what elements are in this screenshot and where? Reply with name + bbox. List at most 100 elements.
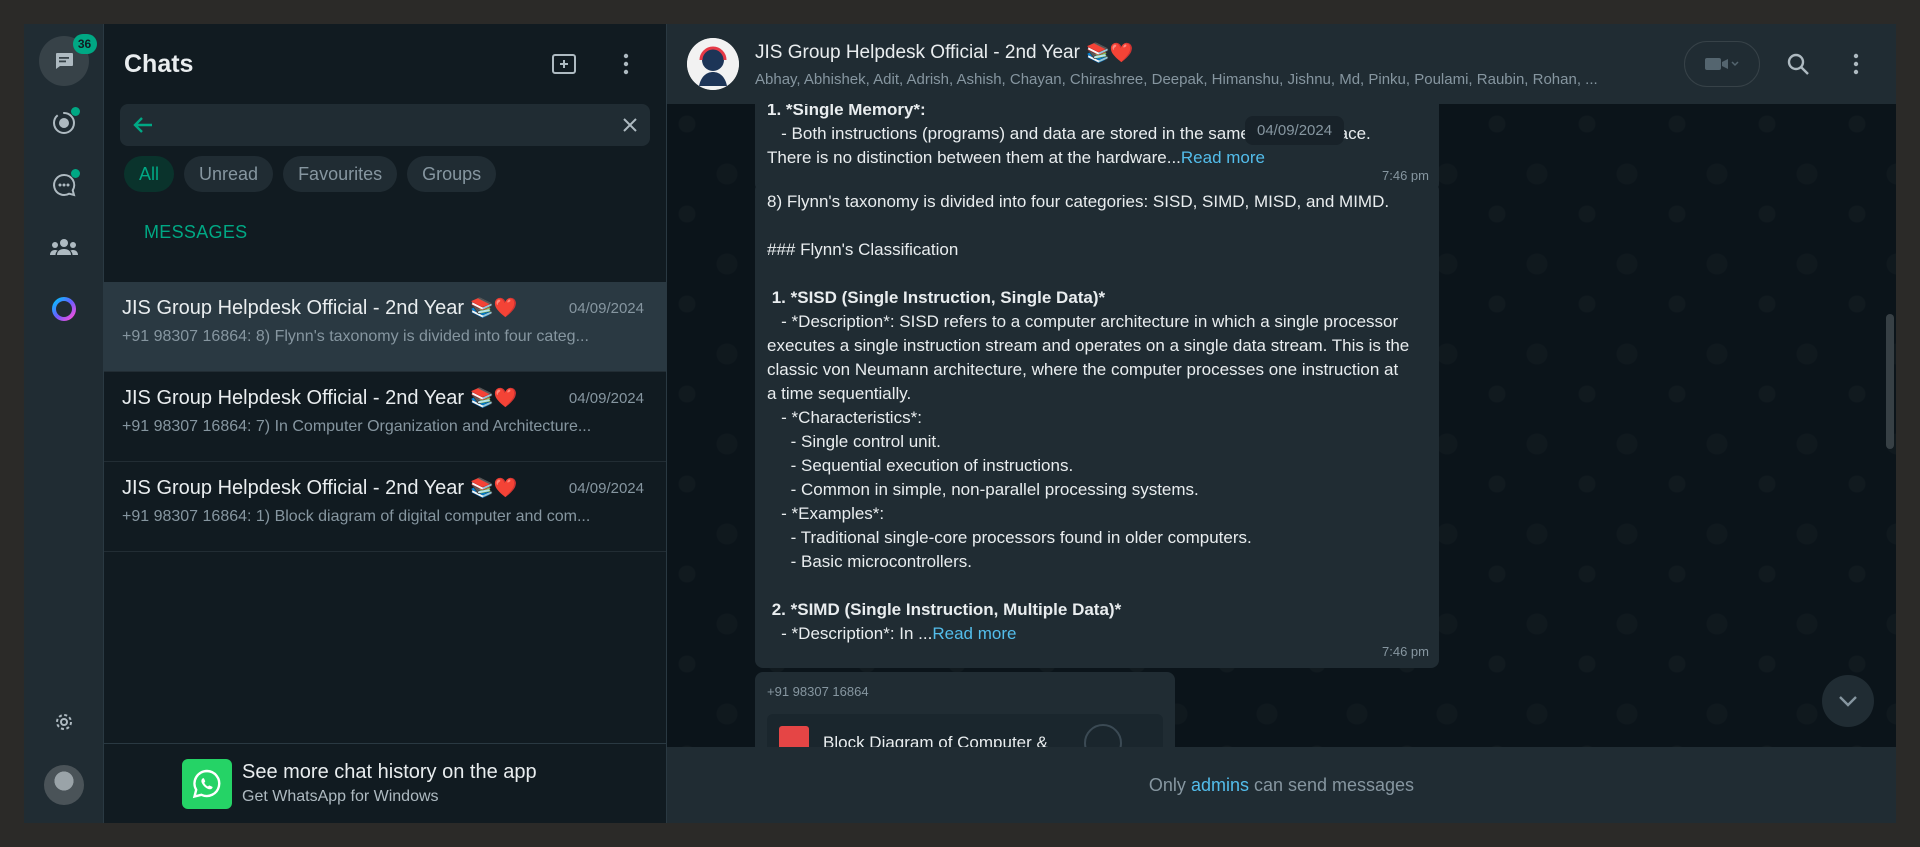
nav-rail: 36: [24, 24, 104, 823]
chat-list-panel: Chats All Unread Favourites Groups MESSA…: [104, 24, 667, 823]
chats-nav-button[interactable]: 36: [38, 34, 97, 86]
scroll-to-bottom-button[interactable]: [1822, 675, 1874, 727]
message-time: 7:46 pm: [1382, 644, 1429, 659]
read-more-link[interactable]: Read more: [932, 624, 1016, 643]
filter-chips: All Unread Favourites Groups: [104, 146, 666, 192]
chat-name: JIS Group Helpdesk Official - 2nd Year: [122, 386, 465, 409]
meta-ai-icon: [51, 297, 76, 321]
message-line: - *Examples*:: [767, 504, 885, 523]
search-bar: [120, 104, 650, 146]
message-line: - *Characteristics*:: [767, 408, 922, 427]
download-icon[interactable]: [1083, 724, 1122, 747]
settings-button[interactable]: [39, 697, 89, 747]
message-line: 8) Flynn's taxonomy is divided into four…: [767, 192, 1390, 211]
notice-text-after: can send messages: [1253, 774, 1415, 795]
chat-name: JIS Group Helpdesk Official - 2nd Year: [122, 296, 465, 319]
unread-badge: 36: [72, 34, 97, 54]
chat-preview: +91 98307 16864: 8) Flynn's taxonomy is …: [122, 328, 589, 345]
communities-icon: [49, 239, 78, 255]
communities-nav-button[interactable]: [39, 222, 89, 272]
messages-section-label: MESSAGES: [144, 222, 248, 242]
message-line: a time sequentially.: [767, 384, 912, 403]
profile-avatar[interactable]: [43, 765, 84, 805]
get-app-subtitle: Get WhatsApp for Windows: [242, 788, 439, 805]
panel-title: Chats: [124, 49, 194, 78]
message-bubble: 8) Flynn's taxonomy is divided into four…: [755, 182, 1439, 668]
channels-nav-button[interactable]: [39, 160, 89, 210]
get-app-title: See more chat history on the app: [242, 761, 537, 783]
search-icon: [1787, 53, 1809, 75]
chat-date: 04/09/2024: [568, 299, 644, 317]
search-input[interactable]: [168, 116, 622, 134]
admins-link[interactable]: admins: [1191, 775, 1249, 796]
document-attachment[interactable]: Block Diagram of Computer &: [767, 714, 1163, 747]
conversation-menu-button[interactable]: [1836, 44, 1876, 84]
filter-all[interactable]: All: [124, 156, 175, 192]
filter-favourites[interactable]: Favourites: [283, 156, 398, 192]
message-line: - *Description*: SISD refers to a comput…: [767, 312, 1399, 331]
read-more-link[interactable]: Read more: [1181, 148, 1265, 167]
meta-ai-button[interactable]: [39, 284, 89, 334]
message-line: 1. *SISD (Single Instruction, Single Dat…: [767, 288, 1106, 307]
chat-date: 04/09/2024: [568, 389, 644, 407]
chat-name: JIS Group Helpdesk Official - 2nd Year: [122, 476, 465, 499]
whatsapp-logo-icon: [182, 758, 232, 809]
message-line: [767, 214, 1427, 238]
message-line: [767, 262, 1427, 286]
message-line: There is no distinction between them at …: [767, 148, 1181, 167]
clear-search-icon[interactable]: [622, 117, 638, 133]
video-camera-icon: [1705, 58, 1739, 70]
get-app-banner[interactable]: See more chat history on the app Get Wha…: [104, 743, 666, 823]
chat-preview: +91 98307 16864: 1) Block diagram of dig…: [122, 508, 591, 525]
message-line: - Common in simple, non-parallel process…: [767, 480, 1199, 499]
message-body: 8) Flynn's taxonomy is divided into four…: [767, 190, 1427, 622]
message-area: 1. *Single Memory*: - Both instructions …: [667, 104, 1896, 747]
conversation-header[interactable]: JIS Group Helpdesk Official - 2nd Year 📚…: [667, 24, 1896, 104]
message-line: - Traditional single-core processors fou…: [767, 528, 1252, 547]
chat-result-item[interactable]: JIS Group Helpdesk Official - 2nd Year 📚…: [104, 372, 666, 462]
scrollbar[interactable]: [1886, 314, 1894, 449]
back-arrow-icon[interactable]: [132, 114, 154, 136]
conversation-title: JIS Group Helpdesk Official - 2nd Year: [755, 41, 1080, 63]
menu-button[interactable]: [606, 44, 646, 84]
admin-only-notice: Only admins can send messages: [667, 747, 1896, 823]
kebab-menu-icon: [1853, 53, 1859, 75]
status-nav-button[interactable]: [39, 98, 89, 148]
conversation-panel: JIS Group Helpdesk Official - 2nd Year 📚…: [667, 24, 1896, 823]
chat-emoji: 📚❤️: [470, 388, 518, 409]
search-messages-button[interactable]: [1778, 44, 1818, 84]
chat-result-item[interactable]: JIS Group Helpdesk Official - 2nd Year 📚…: [104, 462, 666, 552]
message-sender: +91 98307 16864: [767, 684, 869, 699]
message-line: [767, 574, 1427, 598]
chat-emoji: 📚❤️: [470, 298, 518, 319]
filter-groups[interactable]: Groups: [407, 156, 497, 192]
document-name: Block Diagram of Computer &: [823, 733, 1048, 747]
status-dot: [70, 107, 80, 116]
search-results-list: JIS Group Helpdesk Official - 2nd Year 📚…: [104, 282, 666, 552]
message-line: executes a single instruction stream and…: [767, 336, 1410, 355]
video-call-button[interactable]: [1684, 41, 1760, 87]
conversation-title-emoji: 📚❤️: [1085, 42, 1134, 64]
message-line: classic von Neumann architecture, where …: [767, 360, 1399, 379]
new-chat-button[interactable]: [544, 44, 584, 84]
group-avatar[interactable]: [687, 38, 739, 90]
message-line: - Basic microcontrollers.: [767, 552, 972, 571]
gear-icon: [55, 714, 72, 730]
document-message: +91 98307 16864 Block Diagram of Compute…: [755, 672, 1175, 747]
chat-result-item[interactable]: JIS Group Helpdesk Official - 2nd Year 📚…: [104, 282, 666, 372]
notice-text-before: Only: [1148, 774, 1186, 795]
whatsapp-window: 36 Chats All Unread Favourites Groups ME…: [24, 24, 1896, 823]
filter-unread[interactable]: Unread: [184, 156, 274, 192]
pdf-icon: [779, 726, 809, 747]
chevron-down-icon: [1839, 696, 1857, 707]
message-line: 2. *SIMD (Single Instruction, Multiple D…: [767, 600, 1122, 619]
new-chat-icon: [552, 54, 576, 74]
chats-icon: [55, 53, 73, 69]
group-members: Abhay, Abhishek, Adit, Adrish, Ashish, C…: [755, 70, 1598, 88]
channels-dot: [70, 169, 80, 178]
message-line: - Single control unit.: [767, 432, 941, 451]
chat-preview: +91 98307 16864: 7) In Computer Organiza…: [122, 418, 592, 435]
chat-list-header: Chats: [104, 24, 666, 104]
kebab-menu-icon: [623, 53, 629, 75]
message-line: - *Description*: In ...: [767, 624, 933, 643]
